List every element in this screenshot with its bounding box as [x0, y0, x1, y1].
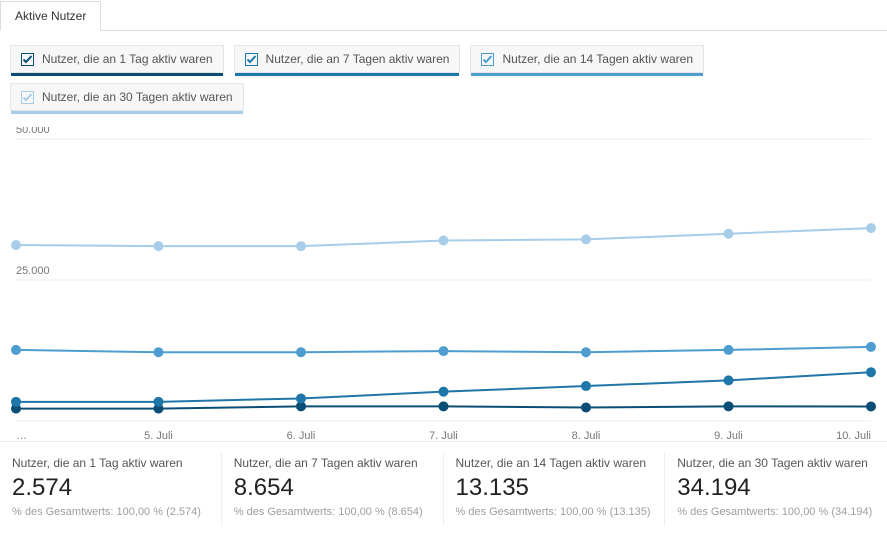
legend-underline [11, 111, 243, 114]
tab-active-users[interactable]: Aktive Nutzer [0, 1, 101, 31]
series-point [582, 382, 591, 391]
line-chart: 25.000 50.000 … 5. Juli 6. Juli 7. Juli 8. Jul… [8, 127, 879, 447]
series-point [154, 242, 163, 251]
series-point [297, 348, 306, 357]
metric-subtext: % des Gesamtwerts: 100,00 % (13.135) [456, 506, 653, 518]
x-tick-label: … [16, 430, 27, 442]
legend-label: Nutzer, die an 30 Tagen aktiv waren [42, 90, 233, 104]
legend-underline [235, 73, 460, 76]
series-point [439, 236, 448, 245]
series-point [439, 387, 448, 396]
series-point [582, 235, 591, 244]
series-legend: Nutzer, die an 1 Tag aktiv waren Nutzer, … [0, 31, 887, 121]
x-tick-label: 6. Juli [287, 430, 316, 442]
x-tick-label: 7. Juli [429, 430, 458, 442]
x-tick-label: 8. Juli [572, 430, 601, 442]
series-point [154, 348, 163, 357]
series-point [582, 348, 591, 357]
legend-toggle-series-1[interactable]: Nutzer, die an 1 Tag aktiv waren [10, 45, 224, 73]
checkbox-icon [245, 53, 258, 66]
metric-value: 8.654 [234, 474, 431, 502]
legend-label: Nutzer, die an 7 Tagen aktiv waren [266, 52, 450, 66]
tab-bar: Aktive Nutzer [0, 0, 887, 31]
series-point [12, 241, 21, 250]
legend-underline [11, 73, 223, 76]
metric-value: 13.135 [456, 474, 653, 502]
legend-toggle-series-4[interactable]: Nutzer, die an 30 Tagen aktiv waren [10, 83, 244, 111]
metric-card-1: Nutzer, die an 1 Tag aktiv waren 2.574 % d… [0, 452, 222, 526]
metric-title: Nutzer, die an 1 Tag aktiv waren [12, 456, 209, 470]
series-point [867, 402, 876, 411]
series-point [724, 376, 733, 385]
series-point [867, 368, 876, 377]
series-point [439, 402, 448, 411]
legend-toggle-series-2[interactable]: Nutzer, die an 7 Tagen aktiv waren [234, 45, 461, 73]
series-point [297, 394, 306, 403]
metric-subtext: % des Gesamtwerts: 100,00 % (34.194) [677, 506, 875, 518]
metric-card-2: Nutzer, die an 7 Tagen aktiv waren 8.654%… [222, 452, 444, 526]
series-point [724, 229, 733, 238]
y-tick-label: 25.000 [16, 265, 50, 277]
series-point [12, 397, 21, 406]
legend-underline [471, 73, 703, 76]
metric-title: Nutzer, die an 7 Tagen aktiv waren [234, 456, 431, 470]
series-point [12, 345, 21, 354]
x-tick-label: 9. Juli [714, 430, 743, 442]
x-tick-label: 5. Juli [144, 430, 173, 442]
series-point [867, 224, 876, 233]
series-point [724, 345, 733, 354]
checkbox-icon [481, 53, 494, 66]
y-tick-label: 50.000 [16, 127, 50, 136]
chart-area: 25.000 50.000 … 5. Juli 6. Juli 7. Juli 8. Jul… [0, 121, 887, 441]
legend-label: Nutzer, die an 1 Tag aktiv waren [42, 52, 213, 66]
legend-label: Nutzer, die an 14 Tagen aktiv waren [502, 52, 693, 66]
series-point [154, 397, 163, 406]
x-tick-label: 10. Juli [836, 430, 871, 442]
metric-title: Nutzer, die an 14 Tagen aktiv waren [456, 456, 653, 470]
metric-subtext: % des Gesamtwerts: 100,00 % (2.574) [12, 506, 209, 518]
metric-value: 34.194 [677, 474, 875, 502]
series-point [724, 402, 733, 411]
metric-value: 2.574 [12, 474, 209, 502]
series-point [867, 342, 876, 351]
checkbox-icon [21, 53, 34, 66]
metric-card-4: Nutzer, die an 30 Tagen aktiv waren 34.19… [665, 452, 887, 526]
checkbox-icon [21, 91, 34, 104]
series-point [439, 347, 448, 356]
summary-metrics-row: Nutzer, die an 1 Tag aktiv waren 2.574 % d… [0, 441, 887, 526]
metric-subtext: % des Gesamtwerts: 100,00 % (8.654) [234, 506, 431, 518]
legend-toggle-series-3[interactable]: Nutzer, die an 14 Tagen aktiv waren [470, 45, 704, 73]
metric-card-3: Nutzer, die an 14 Tagen aktiv waren 13.13… [444, 452, 666, 526]
series-point [297, 242, 306, 251]
series-point [582, 403, 591, 412]
metric-title: Nutzer, die an 30 Tagen aktiv waren [677, 456, 875, 470]
